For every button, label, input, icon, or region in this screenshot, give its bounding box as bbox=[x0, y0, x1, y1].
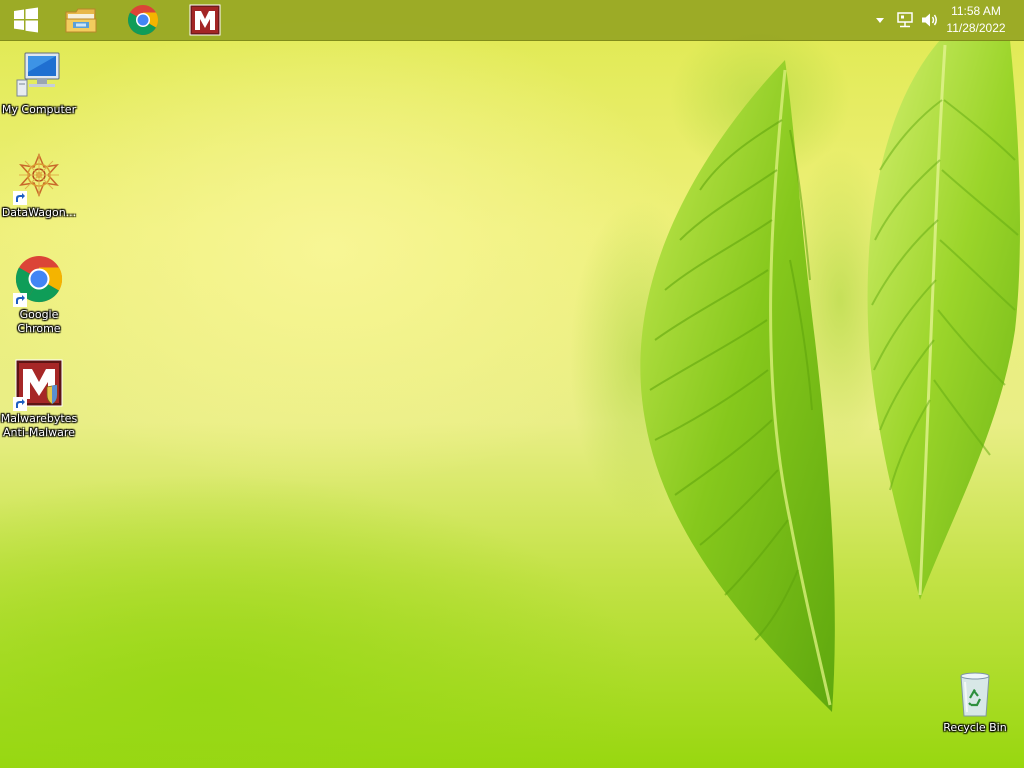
volume-icon bbox=[922, 13, 937, 27]
taskbar-malwarebytes[interactable] bbox=[184, 0, 226, 40]
clock-time: 11:58 AM bbox=[951, 4, 1001, 18]
taskbar-chrome[interactable] bbox=[122, 0, 164, 40]
shortcut-arrow-icon bbox=[13, 293, 27, 307]
malwarebytes-icon bbox=[189, 4, 221, 36]
show-hidden-icons-button[interactable] bbox=[872, 0, 888, 40]
shortcut-arrow-icon bbox=[13, 397, 27, 411]
desktop-icon-label-line2: Chrome bbox=[17, 322, 61, 335]
desktop-icon-label-line2: Anti-Malware bbox=[3, 426, 75, 439]
network-icon bbox=[897, 12, 913, 28]
clock-date: 11/28/2022 bbox=[946, 21, 1006, 35]
recycle-bin-icon bbox=[960, 672, 990, 717]
desktop-icon-my-computer[interactable]: My Computer bbox=[0, 50, 78, 117]
desktop-icon-google-chrome[interactable]: Google Chrome bbox=[0, 255, 78, 336]
chrome-icon bbox=[127, 5, 159, 36]
shortcut-arrow-icon bbox=[13, 191, 27, 205]
file-explorer-icon bbox=[65, 8, 97, 33]
desktop-icon-label-line1: Google bbox=[19, 308, 59, 321]
desktop-icon-datawagon[interactable]: DataWagon... bbox=[0, 153, 78, 220]
desktop-icon-label: Recycle Bin bbox=[943, 721, 1007, 734]
chevron-up-icon bbox=[876, 18, 884, 23]
desktop-icon-malwarebytes[interactable]: Malwarebytes Anti-Malware bbox=[0, 359, 78, 440]
windows-logo-icon bbox=[14, 7, 38, 33]
computer-icon bbox=[16, 52, 60, 97]
desktop-icon-recycle-bin[interactable]: Recycle Bin bbox=[936, 670, 1014, 735]
volume-tray-button[interactable] bbox=[919, 0, 941, 40]
start-button[interactable] bbox=[6, 0, 46, 40]
taskbar: 11:58 AM 11/28/2022 bbox=[0, 0, 1024, 41]
desktop-icon-label: DataWagon... bbox=[1, 206, 77, 219]
desktop-icon-label-line1: Malwarebytes bbox=[0, 412, 78, 425]
wallpaper bbox=[570, 20, 1021, 712]
taskbar-clock[interactable]: 11:58 AM 11/28/2022 bbox=[940, 3, 1012, 37]
network-tray-button[interactable] bbox=[894, 0, 916, 40]
taskbar-file-explorer[interactable] bbox=[60, 0, 102, 40]
desktop-icon-label: My Computer bbox=[1, 103, 77, 116]
